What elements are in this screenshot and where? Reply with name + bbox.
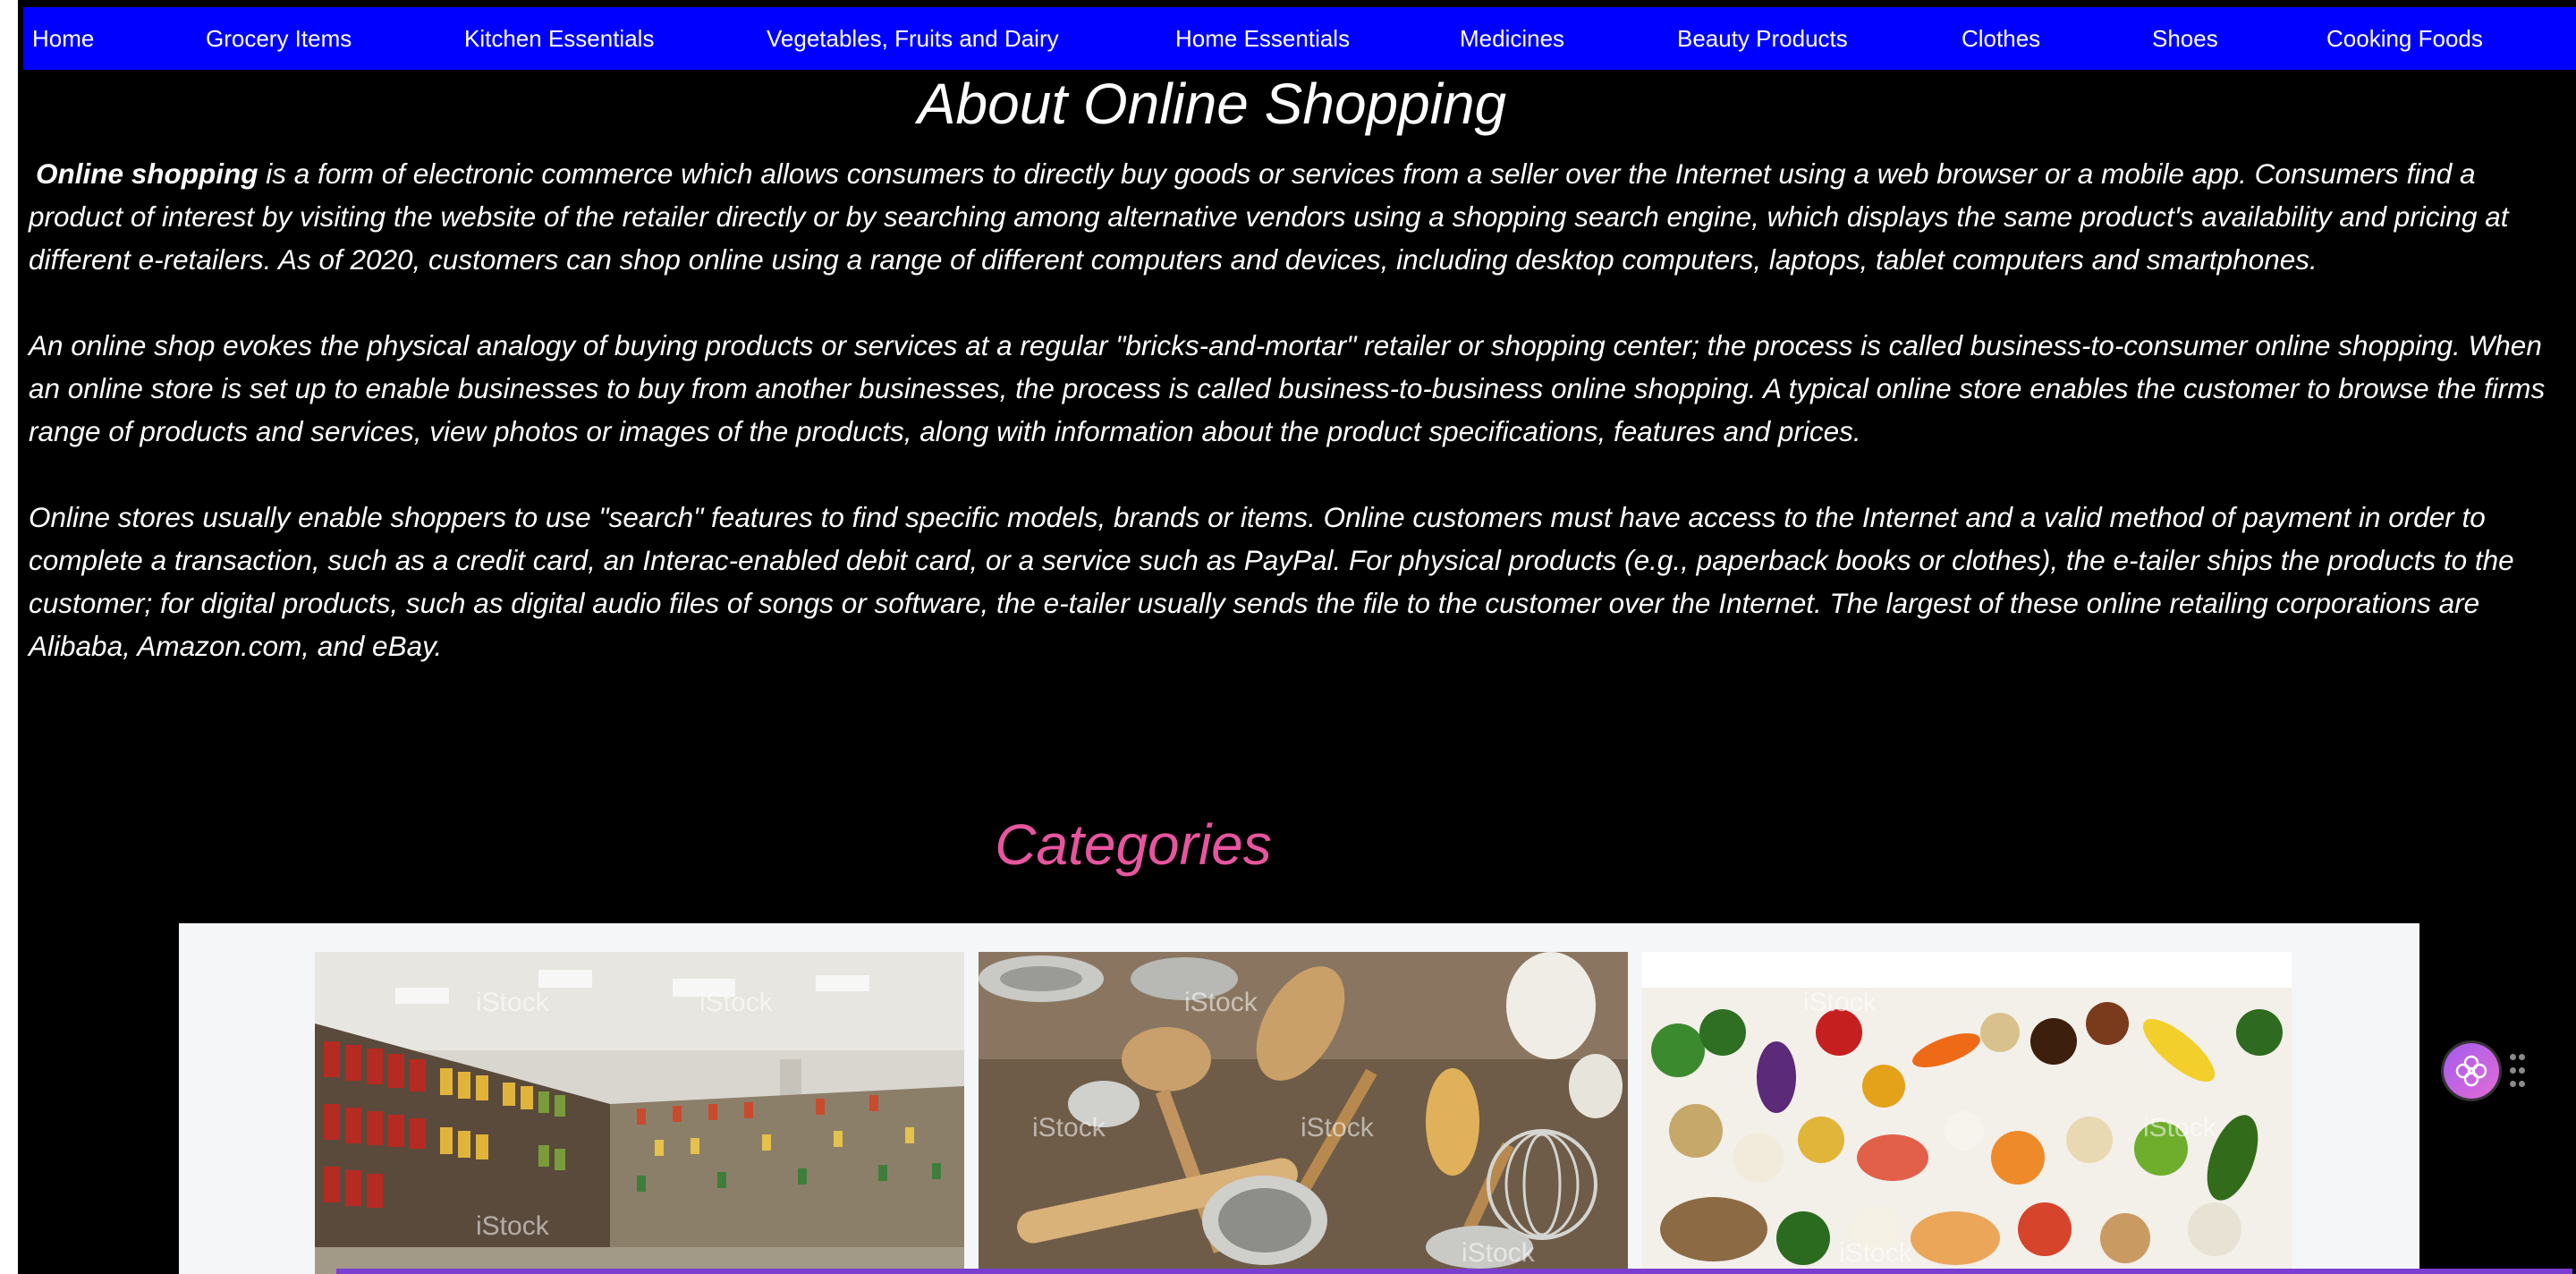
watermark-text: iStock	[1184, 988, 1258, 1017]
about-paragraph-1-text: is a form of electronic commerce which a…	[29, 157, 2509, 276]
bottom-accent-bar	[336, 1269, 2572, 1274]
drag-dot	[2510, 1054, 2516, 1060]
nav-beauty-products[interactable]: Beauty Products	[1677, 7, 1848, 70]
category-card-kitchen[interactable]: iStock iStock iStock iStock	[979, 952, 1628, 1274]
about-paragraph-1: Online shopping is a form of electronic …	[29, 152, 2560, 281]
watermark-text: iStock	[2143, 1113, 2216, 1142]
drag-dot	[2510, 1081, 2516, 1087]
watermark-text: iStock	[699, 988, 773, 1017]
window-left-edge	[0, 0, 18, 1274]
categories-title: Categories	[995, 812, 1272, 877]
flower-assistant-glyph	[2455, 1055, 2487, 1087]
grocery-aisle-image	[315, 952, 964, 1274]
watermark-text: iStock	[1462, 1238, 1535, 1268]
flower-assistant-icon[interactable]	[2444, 1043, 2499, 1099]
watermark-text: iStock	[1803, 988, 1877, 1017]
watermark-text: iStock	[476, 1211, 549, 1241]
nav-clothes[interactable]: Clothes	[1962, 7, 2040, 70]
about-paragraph-2: An online shop evokes the physical analo…	[29, 329, 2546, 447]
category-card-vegetables[interactable]: iStock iStock iStock	[1642, 952, 2292, 1274]
nav-grocery-items[interactable]: Grocery Items	[206, 7, 352, 70]
about-paragraph-3: Online stores usually enable shoppers to…	[29, 501, 2514, 662]
categories-panel: iStock iStock iStock iStock iStock iStoc…	[179, 923, 2419, 1274]
drag-dot	[2510, 1067, 2516, 1074]
about-title: About Online Shopping	[917, 72, 1507, 136]
nav-medicines[interactable]: Medicines	[1460, 7, 1564, 70]
drag-handle-icon[interactable]	[2510, 1054, 2526, 1090]
drag-dot	[2519, 1067, 2525, 1074]
category-card-grocery[interactable]: iStock iStock iStock	[315, 952, 964, 1274]
main-nav: Home Grocery Items Kitchen Essentials Ve…	[23, 7, 2576, 70]
nav-home[interactable]: Home	[32, 7, 94, 70]
nav-shoes[interactable]: Shoes	[2152, 7, 2218, 70]
nav-cooking-foods[interactable]: Cooking Foods	[2326, 7, 2483, 70]
watermark-text: iStock	[476, 988, 549, 1017]
watermark-text: iStock	[1301, 1113, 1374, 1142]
nav-home-essentials[interactable]: Home Essentials	[1175, 7, 1350, 70]
drag-dot	[2519, 1054, 2525, 1060]
watermark-text: iStock	[1839, 1238, 1912, 1268]
drag-dot	[2519, 1081, 2525, 1087]
nav-vegetables-fruits-dairy[interactable]: Vegetables, Fruits and Dairy	[767, 7, 1059, 70]
about-paragraph-1-bold: Online shopping	[36, 157, 258, 190]
nav-kitchen-essentials[interactable]: Kitchen Essentials	[464, 7, 654, 70]
watermark-text: iStock	[1032, 1113, 1106, 1142]
